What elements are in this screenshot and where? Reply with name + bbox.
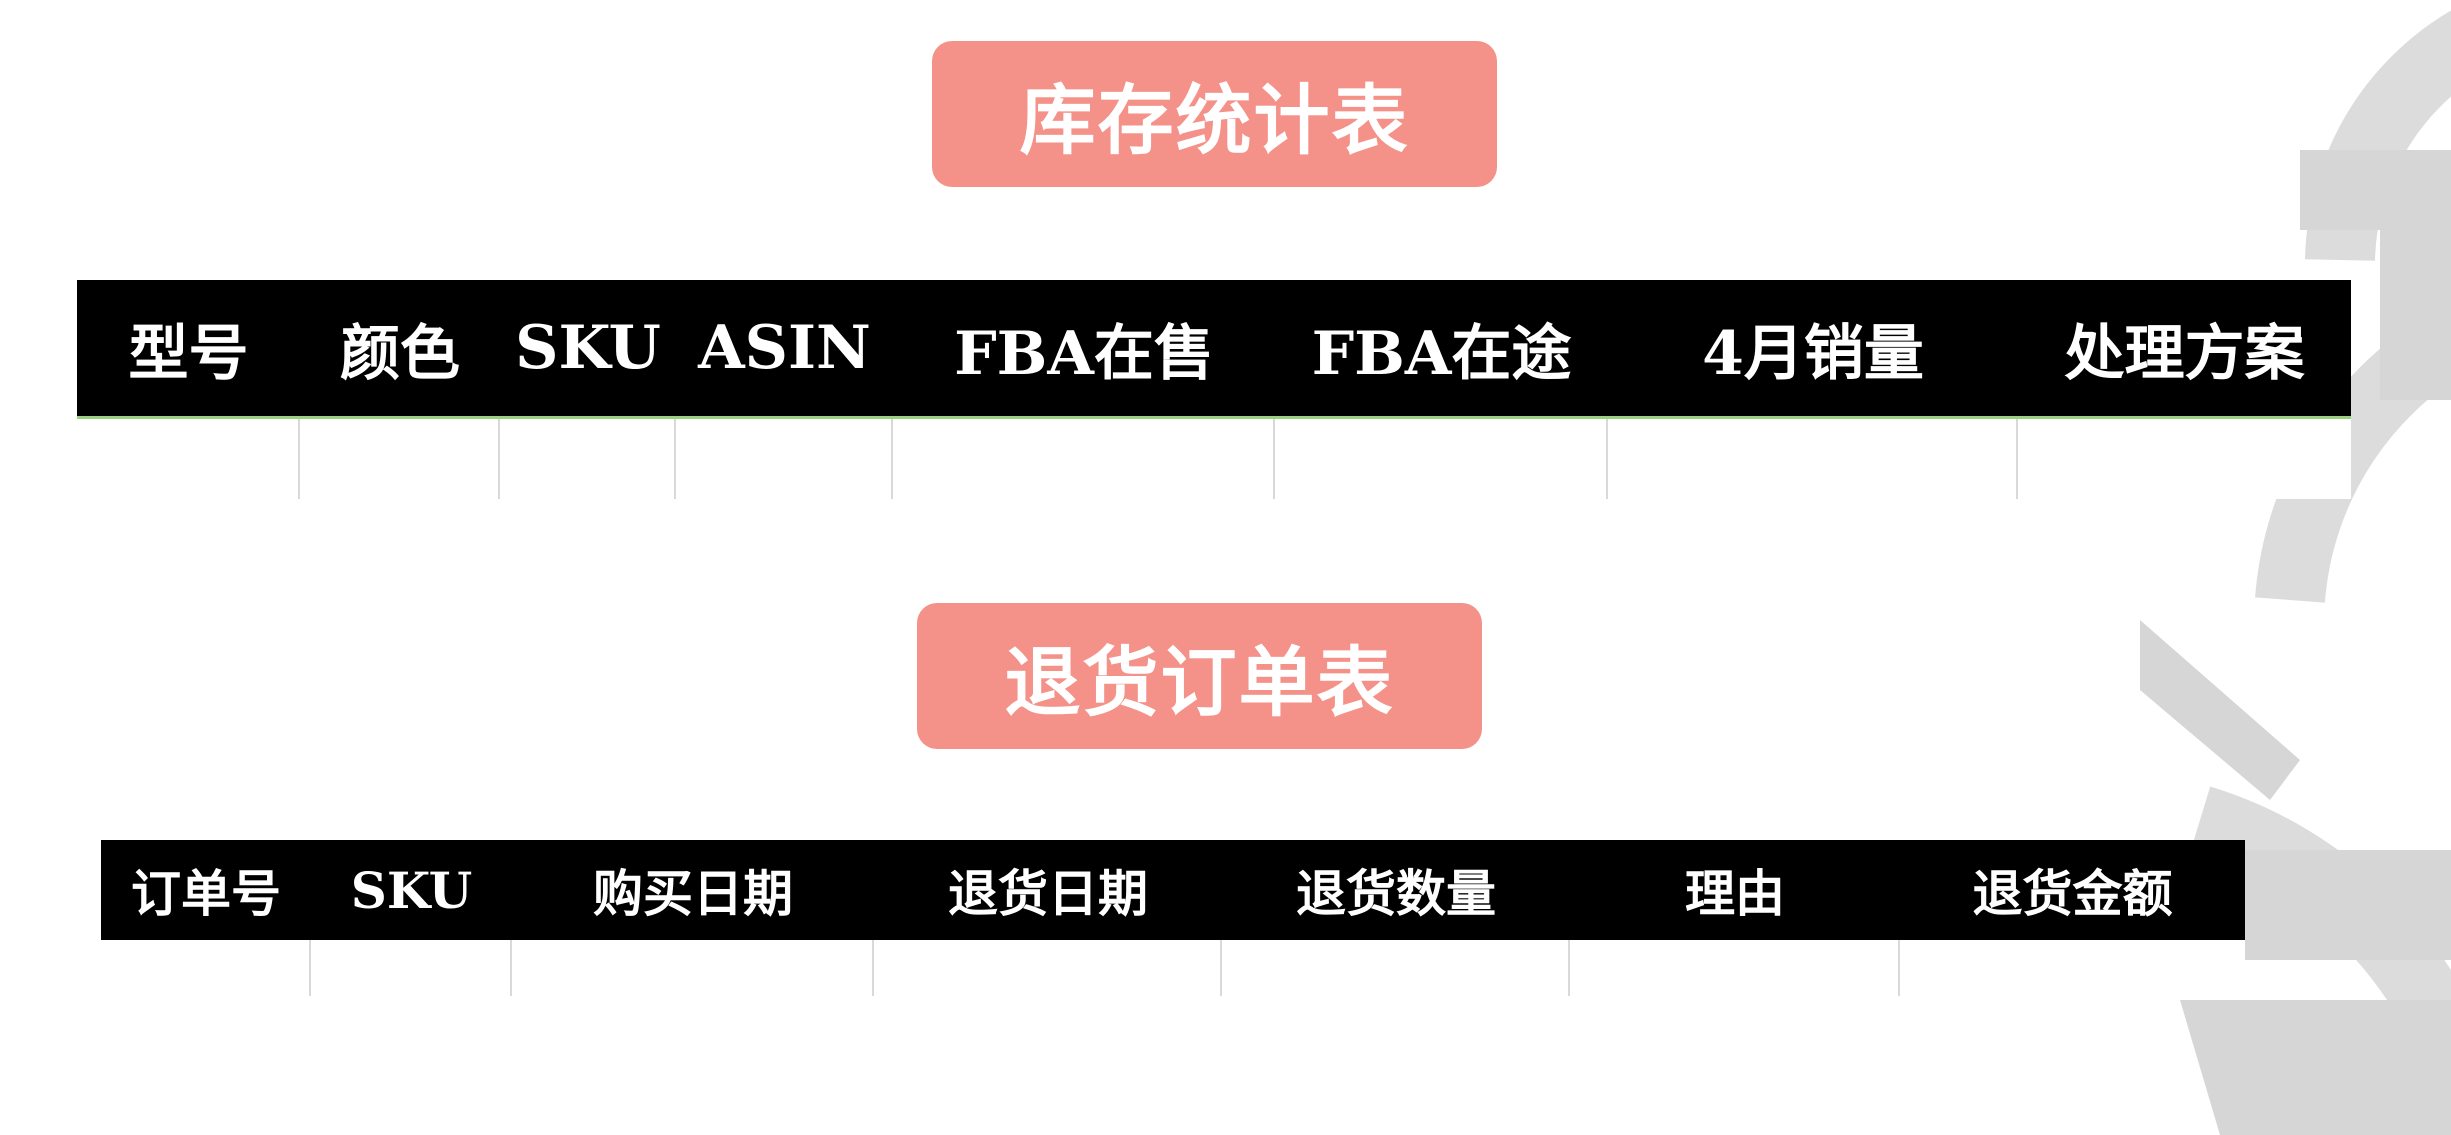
table-cell[interactable] bbox=[1275, 419, 1608, 499]
header-cell-april-sales: 4月销量 bbox=[1702, 318, 1924, 389]
table-cell[interactable] bbox=[1570, 940, 1900, 996]
header-cell-color: 颜色 bbox=[340, 318, 460, 389]
header-cell-return-quantity: 退货数量 bbox=[1296, 864, 1496, 923]
returns-empty-row bbox=[101, 940, 2245, 996]
table-cell[interactable] bbox=[874, 940, 1222, 996]
table-cell[interactable] bbox=[1222, 940, 1570, 996]
header-cell-return-amount: 退货金额 bbox=[1972, 864, 2173, 923]
header-cell-fba-on-sale: FBA在售 bbox=[954, 318, 1214, 389]
table-cell[interactable] bbox=[77, 419, 300, 499]
header-cell-fba-in-transit: FBA在途 bbox=[1311, 318, 1572, 389]
returns-table-title: 退货订单表 bbox=[917, 603, 1482, 749]
table-cell[interactable] bbox=[676, 419, 893, 499]
table-cell[interactable] bbox=[893, 419, 1275, 499]
header-cell-order-number: 订单号 bbox=[131, 864, 281, 923]
inventory-header-row: 型号 颜色 SKU ASIN FBA在售 FBA在途 4月销量 处理方案 bbox=[77, 280, 2351, 419]
table-cell[interactable] bbox=[2018, 419, 2351, 499]
table-cell[interactable] bbox=[500, 419, 676, 499]
header-cell-sku: SKU bbox=[350, 860, 473, 920]
header-cell-purchase-date: 购买日期 bbox=[593, 864, 793, 923]
header-cell-model: 型号 bbox=[128, 318, 249, 389]
table-cell[interactable] bbox=[300, 419, 500, 499]
inventory-table-title: 库存统计表 bbox=[932, 41, 1497, 187]
table-cell[interactable] bbox=[101, 940, 311, 996]
inventory-empty-row bbox=[77, 419, 2351, 499]
header-cell-sku: SKU bbox=[515, 313, 661, 383]
returns-header-row: 订单号 SKU 购买日期 退货日期 退货数量 理由 退货金额 bbox=[101, 840, 2245, 940]
table-cell[interactable] bbox=[311, 940, 512, 996]
table-cell[interactable] bbox=[1608, 419, 2018, 499]
header-cell-return-date: 退货日期 bbox=[948, 864, 1148, 923]
header-cell-reason: 理由 bbox=[1685, 864, 1785, 923]
returns-table: 订单号 SKU 购买日期 退货日期 退货数量 理由 退货金额 bbox=[101, 840, 2245, 996]
table-cell[interactable] bbox=[512, 940, 874, 996]
inventory-table: 型号 颜色 SKU ASIN FBA在售 FBA在途 4月销量 处理方案 bbox=[77, 280, 2351, 499]
slide: 库存统计表 型号 颜色 SKU ASIN FBA在售 FBA在途 4月销量 处理… bbox=[0, 0, 2451, 1135]
table-cell[interactable] bbox=[1900, 940, 2245, 996]
header-cell-asin: ASIN bbox=[698, 313, 871, 383]
header-cell-handling-plan: 处理方案 bbox=[2064, 318, 2305, 389]
